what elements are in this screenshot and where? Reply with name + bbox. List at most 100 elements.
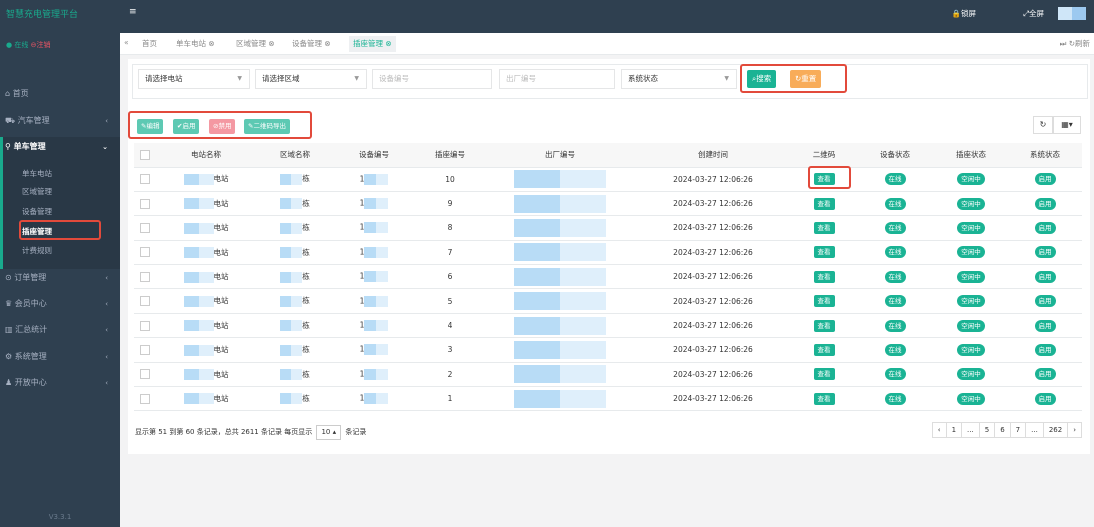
table-refresh-icon[interactable]: ↻ (1033, 116, 1053, 134)
table-row[interactable]: 电站 栋 1 7 2024-03-27 12:06:26 查看 在线 空闲中 启用 (134, 240, 1082, 266)
tab-socket[interactable]: 插座管理 ⊗ (349, 36, 396, 52)
nav-orders[interactable]: ⊙ 订单管理 ‹ (0, 268, 120, 288)
nav-statistics[interactable]: ▥ 汇总统计 ‹ (0, 320, 120, 340)
refresh-button[interactable]: ⏭ ↻刷新 (1060, 38, 1090, 49)
row-checkbox[interactable] (140, 174, 150, 185)
page-link[interactable]: 262 (1044, 423, 1069, 437)
row-checkbox[interactable] (140, 320, 150, 331)
menu-toggle-icon[interactable]: ≡ (129, 7, 137, 17)
view-qr-button[interactable]: 查看 (813, 319, 835, 332)
table-row[interactable]: 电站 栋 1 1 2024-03-27 12:06:26 查看 在线 空闲中 启用 (134, 386, 1082, 412)
table-row[interactable]: 电站 栋 1 2 2024-03-27 12:06:26 查看 在线 空闲中 启用 (134, 362, 1082, 388)
lock-screen-button[interactable]: 🔒锁屏 (952, 8, 976, 19)
avatar[interactable] (1058, 7, 1086, 20)
page-link[interactable]: › (1068, 423, 1081, 437)
col-device[interactable]: 设备编号 (334, 143, 414, 168)
page-link[interactable]: 6 (995, 423, 1011, 437)
table-row[interactable]: 电站 栋 1 9 2024-03-27 12:06:26 查看 在线 空闲中 启用 (134, 191, 1082, 217)
page-size-select[interactable]: 10 ▴ (316, 425, 342, 440)
view-qr-button[interactable]: 查看 (813, 270, 835, 283)
logout-link[interactable]: ⊖注销 (31, 41, 51, 49)
qr-cell: 查看 (792, 337, 856, 363)
row-checkbox[interactable] (140, 271, 150, 282)
row-checkbox[interactable] (140, 296, 150, 307)
status-badge: 启用 (1034, 173, 1056, 186)
chevron-down-icon: ▼ (354, 75, 359, 82)
area-cell: 栋 (256, 337, 334, 363)
view-qr-button[interactable]: 查看 (813, 197, 835, 210)
redacted-block (514, 194, 606, 213)
page-link[interactable]: ... (1026, 423, 1044, 437)
nav-open-center[interactable]: ♟ 开放中心 ‹ (0, 373, 120, 393)
station-select[interactable]: 请选择电站 ▼ (138, 69, 250, 89)
lock-icon: 🔒 (951, 9, 961, 18)
nav-home[interactable]: ⌂ 首页 (0, 84, 120, 104)
table-row[interactable]: 电站 栋 1 8 2024-03-27 12:06:26 查看 在线 空闲中 启用 (134, 215, 1082, 241)
page-link[interactable]: 5 (980, 423, 996, 437)
view-qr-button[interactable]: 查看 (813, 246, 835, 259)
nav-system[interactable]: ⚙ 系统管理 ‹ (0, 347, 120, 367)
table-row[interactable]: 电站 栋 1 4 2024-03-27 12:06:26 查看 在线 空闲中 启用 (134, 313, 1082, 339)
redacted-block (183, 247, 214, 259)
table-row[interactable]: 电站 栋 1 3 2024-03-27 12:06:26 查看 在线 空闲中 启用 (134, 337, 1082, 363)
columns-toggle-icon[interactable]: ▦▾ (1053, 116, 1081, 134)
fullscreen-button[interactable]: ⤢全屏 (1023, 8, 1044, 19)
area-cell: 栋 (256, 386, 334, 412)
area-select[interactable]: 请选择区域 ▼ (255, 69, 367, 89)
nav-car-management[interactable]: ⛟ 汽车管理 ‹ (0, 111, 120, 131)
sub-item-billing[interactable]: 计费规则 (22, 245, 52, 256)
page-link[interactable]: ... (962, 423, 980, 437)
sub-item-device[interactable]: 设备管理 (22, 206, 52, 217)
row-checkbox[interactable] (140, 393, 150, 404)
row-checkbox[interactable] (140, 369, 150, 380)
select-all-checkbox[interactable] (140, 149, 150, 160)
col-socket[interactable]: 插座编号 (414, 143, 486, 168)
table-row[interactable]: 电站 栋 1 5 2024-03-27 12:06:26 查看 在线 空闲中 启用 (134, 288, 1082, 314)
col-device-status[interactable]: 设备状态 (856, 143, 934, 168)
station-cell: 电站 (156, 240, 256, 266)
col-created[interactable]: 创建时间 (634, 143, 792, 168)
system-status-cell: 启用 (1008, 337, 1082, 363)
factory-cell (486, 362, 634, 388)
col-station[interactable]: 电站名称 (156, 143, 256, 168)
view-qr-button[interactable]: 查看 (813, 368, 835, 381)
factory-number-input[interactable]: 出厂编号 (499, 69, 615, 89)
row-checkbox[interactable] (140, 222, 150, 233)
col-socket-status[interactable]: 插座状态 (934, 143, 1008, 168)
tab-device[interactable]: 设备管理 ⊗ (292, 38, 331, 49)
system-status-select[interactable]: 系统状态 ▼ (621, 69, 737, 89)
nav-members[interactable]: ♛ 会员中心 ‹ (0, 294, 120, 314)
col-system-status[interactable]: 系统状态 (1008, 143, 1082, 168)
tab-home[interactable]: 首页 (142, 38, 157, 49)
view-qr-button[interactable]: 查看 (813, 295, 835, 308)
row-checkbox[interactable] (140, 344, 150, 355)
area-name: 栋 (302, 320, 310, 330)
tab-area[interactable]: 区域管理 ⊗ (236, 38, 275, 49)
col-qr[interactable]: 二维码 (792, 143, 856, 168)
redacted-block (183, 173, 214, 185)
redacted-block (364, 344, 389, 356)
summary-text: 显示第 51 到第 60 条记录，总共 2611 条记录 每页显示 (135, 428, 313, 436)
created-time-cell: 2024-03-27 12:06:26 (634, 337, 792, 363)
table-row[interactable]: 电站栋 1 10 2024-03-27 12:06:26 查看 在线 空闲中 启用 (134, 167, 1082, 192)
device-number-input[interactable]: 设备编号 (372, 69, 492, 89)
view-qr-button[interactable]: 查看 (813, 221, 835, 234)
view-qr-button[interactable]: 查看 (813, 392, 835, 405)
row-checkbox[interactable] (140, 198, 150, 209)
page-link[interactable]: 1 (947, 423, 963, 437)
row-checkbox[interactable] (140, 247, 150, 258)
table-row[interactable]: 电站 栋 1 6 2024-03-27 12:06:26 查看 在线 空闲中 启用 (134, 264, 1082, 290)
sub-item-bike-station[interactable]: 单车电站 (22, 168, 52, 179)
view-qr-button[interactable]: 查看 (813, 343, 835, 356)
nav-bike-management[interactable]: ⚲ 单车管理 ⌄ (0, 137, 120, 157)
redacted-block (183, 344, 214, 356)
socket-cell: 5 (414, 288, 486, 314)
page-link[interactable]: ‹ (933, 423, 947, 437)
tabs-scroll-left-icon[interactable]: « (124, 38, 129, 47)
col-factory[interactable]: 出厂编号 (486, 143, 634, 168)
tab-bike-station[interactable]: 单车电站 ⊗ (176, 38, 215, 49)
refresh-label: 刷新 (1075, 39, 1090, 48)
col-area[interactable]: 区域名称 (256, 143, 334, 168)
page-link[interactable]: 7 (1011, 423, 1027, 437)
sub-item-area[interactable]: 区域管理 (22, 186, 52, 197)
